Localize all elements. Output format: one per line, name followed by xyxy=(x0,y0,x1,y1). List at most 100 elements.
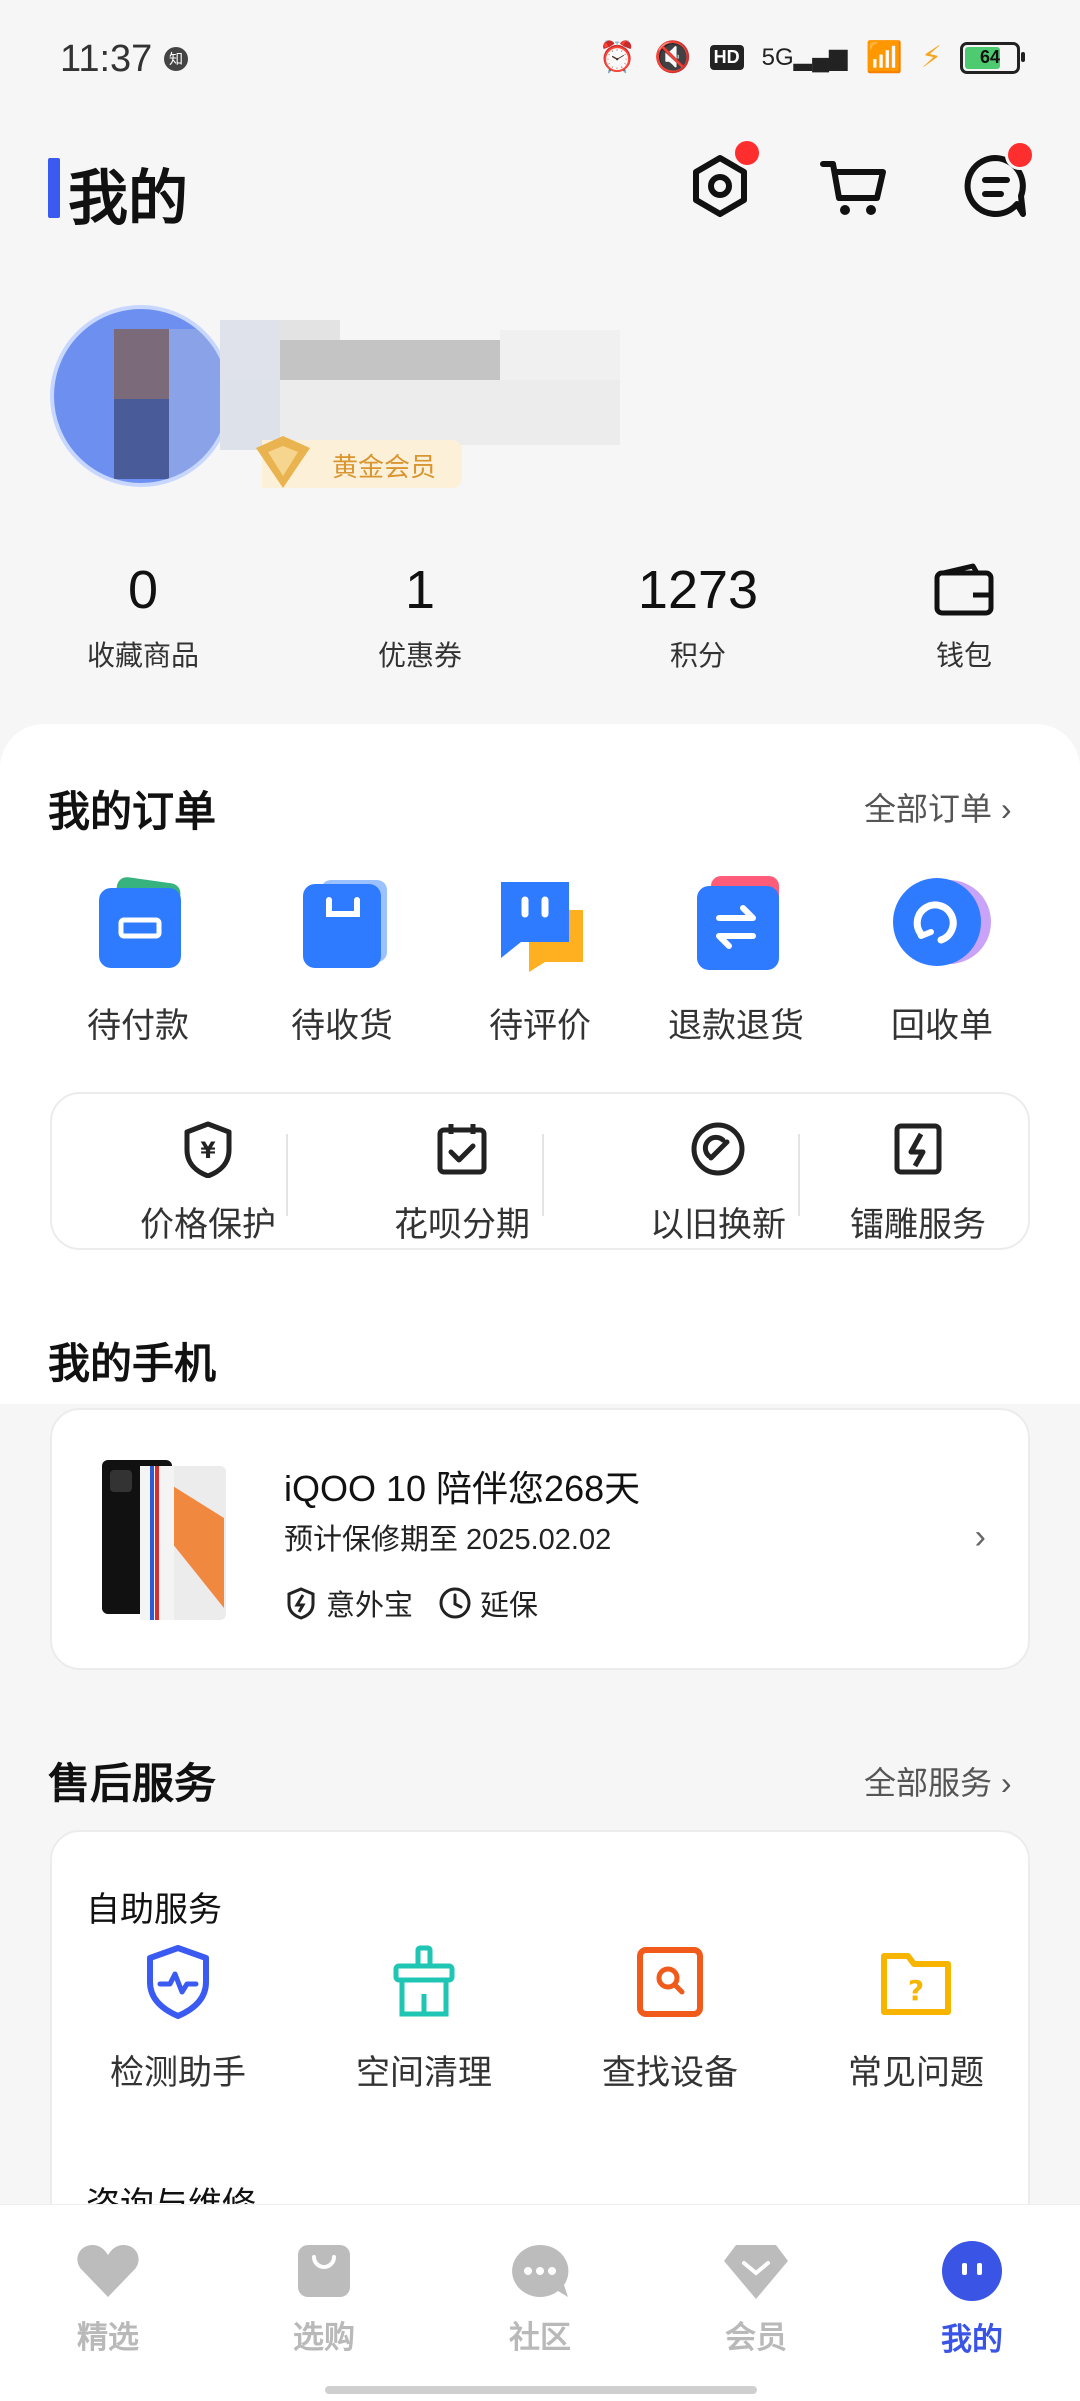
settings-button[interactable] xyxy=(680,138,762,226)
messages-button[interactable] xyxy=(955,140,1035,226)
nav-label: 精选 xyxy=(77,2320,139,2355)
faq-folder-icon: ? xyxy=(881,1953,951,2015)
chat-bubble-icon xyxy=(512,2244,569,2297)
home-indicator[interactable] xyxy=(325,2386,757,2394)
nav-label: 会员 xyxy=(725,2320,787,2355)
extended-warranty-tag[interactable]: 延保 xyxy=(438,1582,538,1624)
stat-label: 优惠券 xyxy=(377,640,462,671)
order-pending-receipt[interactable]: 待收货 xyxy=(252,870,432,1047)
lightning-shield-icon xyxy=(287,1587,315,1620)
cart-button[interactable] xyxy=(815,146,895,226)
page-title: 我的 xyxy=(68,165,188,232)
orders-title: 我的订单 xyxy=(48,788,217,835)
nav-community[interactable]: 社区 xyxy=(470,2241,610,2357)
detection-assistant[interactable]: 检测助手 xyxy=(68,1944,288,2094)
huabei-installment[interactable]: 花呗分期 xyxy=(352,1120,572,1246)
warranty-date: 预计保修期至 2025.02.02 xyxy=(284,1524,612,1556)
status-time: 11:37 xyxy=(60,38,153,80)
nav-membership[interactable]: 会员 xyxy=(686,2241,826,2357)
avatar[interactable] xyxy=(50,305,232,487)
nav-mine[interactable]: 我的 xyxy=(902,2241,1042,2359)
wallet-icon xyxy=(934,563,994,616)
trade-in[interactable]: 以旧换新 xyxy=(608,1120,828,1246)
order-label: 待评价 xyxy=(489,1007,591,1045)
all-services-link[interactable]: 全部服务 › xyxy=(864,1758,1012,1804)
status-bar: 11:37 知 ⏰ 🔇 HD 5G▂▄▆ 📶 ⚡ 64 xyxy=(0,0,1080,120)
my-phone-title: 我的手机 xyxy=(48,1340,217,1387)
wifi-icon: 📶 xyxy=(865,41,903,74)
package-icon xyxy=(287,870,397,980)
phone-image xyxy=(102,1460,226,1620)
mute-icon: 🔇 xyxy=(654,41,692,74)
hd-icon: HD xyxy=(709,45,744,70)
quick-label: 镭雕服务 xyxy=(850,1206,986,1244)
service-label: 常见问题 xyxy=(848,2054,984,2092)
payment-icon xyxy=(83,870,193,980)
stat-value: 0 xyxy=(127,560,159,620)
profile-face-icon xyxy=(942,2241,1002,2301)
stat-wallet[interactable]: 钱包 xyxy=(864,558,1064,674)
username-blurred xyxy=(220,320,620,450)
member-badge[interactable]: 黄金会员 xyxy=(256,436,462,488)
settings-reddot xyxy=(732,138,762,168)
bottom-nav: 精选 选购 社区 会员 我的 xyxy=(0,2204,1080,2401)
quick-label: 以旧换新 xyxy=(650,1206,786,1244)
cart-icon xyxy=(820,161,886,215)
refund-icon xyxy=(681,870,791,980)
price-protection[interactable]: ¥ 价格保护 xyxy=(98,1120,318,1246)
chevron-right-icon: › xyxy=(974,1518,986,1556)
stat-value: 1273 xyxy=(637,560,759,620)
accident-insurance-tag[interactable]: 意外宝 xyxy=(284,1582,413,1624)
clock-icon xyxy=(439,1587,471,1619)
stat-value: 1 xyxy=(404,560,436,620)
order-pending-review[interactable]: 待评价 xyxy=(450,870,630,1047)
all-orders-link[interactable]: 全部订单 › xyxy=(864,784,1012,830)
laser-engraving[interactable]: 镭雕服务 xyxy=(808,1120,1028,1246)
nav-label: 我的 xyxy=(941,2322,1003,2357)
order-pending-payment[interactable]: 待付款 xyxy=(48,870,228,1047)
service-label: 检测助手 xyxy=(110,2054,246,2092)
trade-in-icon xyxy=(691,1122,745,1176)
gold-member-icon xyxy=(256,436,310,488)
nav-shop[interactable]: 选购 xyxy=(254,2241,394,2357)
order-label: 退款退货 xyxy=(668,1007,804,1045)
order-label: 待付款 xyxy=(87,1007,189,1045)
after-sales-title: 售后服务 xyxy=(48,1760,217,1807)
tag-label: 意外宝 xyxy=(326,1590,414,1622)
space-cleanup[interactable]: 空间清理 xyxy=(314,1944,534,2094)
find-device-icon xyxy=(637,1947,703,2017)
stat-points[interactable]: 1273 积分 xyxy=(598,558,798,674)
my-phone-card[interactable]: iQOO 10 陪伴您268天 预计保修期至 2025.02.02 意外宝 延保… xyxy=(50,1408,1030,1670)
shopping-bag-icon xyxy=(298,2245,350,2297)
service-label: 查找设备 xyxy=(602,2054,738,2092)
tag-label: 延保 xyxy=(480,1590,539,1622)
heart-icon xyxy=(77,2245,139,2297)
charging-icon: ⚡ xyxy=(920,41,942,74)
title-accent-bar xyxy=(48,158,60,218)
alarm-icon: ⏰ xyxy=(598,41,637,74)
svg-text:?: ? xyxy=(908,1974,924,2007)
nav-label: 选购 xyxy=(293,2320,355,2355)
battery-icon: 64 xyxy=(960,41,1025,74)
status-icons: ⏰ 🔇 HD 5G▂▄▆ 📶 ⚡ 64 xyxy=(598,40,1025,75)
faq[interactable]: ? 常见问题 xyxy=(806,1944,1026,2094)
nav-featured[interactable]: 精选 xyxy=(38,2241,178,2357)
engraving-icon xyxy=(894,1123,942,1175)
quick-label: 价格保护 xyxy=(140,1206,276,1244)
detection-shield-icon xyxy=(147,1945,209,2019)
stat-coupons[interactable]: 1 优惠券 xyxy=(320,558,520,674)
service-label: 空间清理 xyxy=(356,2054,492,2092)
order-refund[interactable]: 退款退货 xyxy=(646,870,826,1047)
stat-favorites[interactable]: 0 收藏商品 xyxy=(43,558,243,674)
order-recycle[interactable]: 回收单 xyxy=(852,870,1032,1047)
svg-text:¥: ¥ xyxy=(200,1139,216,1164)
order-label: 待收货 xyxy=(291,1007,393,1045)
find-device[interactable]: 查找设备 xyxy=(560,1944,780,2094)
messages-reddot xyxy=(1005,140,1035,170)
price-shield-icon: ¥ xyxy=(184,1121,232,1179)
calendar-check-icon xyxy=(437,1124,487,1175)
recycle-icon xyxy=(887,870,997,980)
quick-services-card: ¥ 价格保护 花呗分期 以旧换新 镭雕服务 xyxy=(50,1092,1030,1250)
device-name: iQOO 10 陪伴您268天 xyxy=(284,1468,641,1509)
broom-icon xyxy=(393,1945,455,2017)
